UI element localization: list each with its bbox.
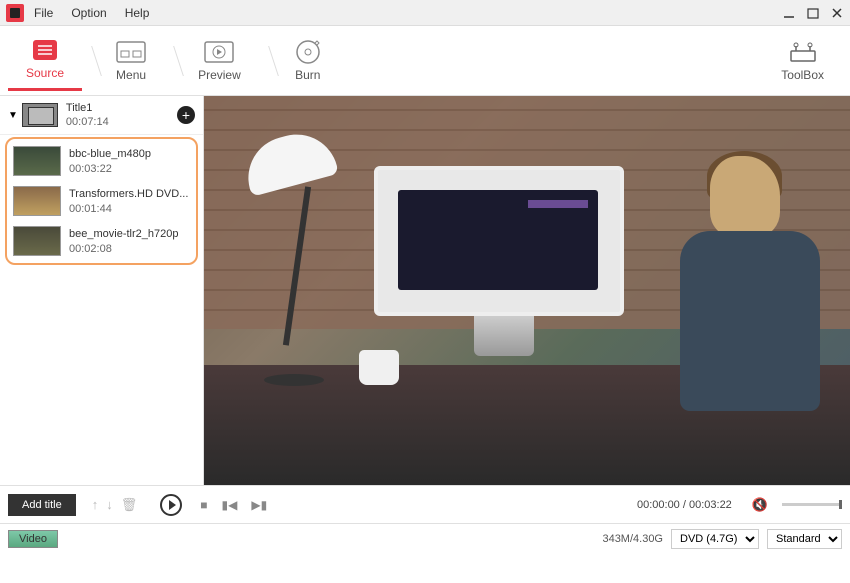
minimize-icon[interactable] xyxy=(782,6,796,20)
menu-help[interactable]: Help xyxy=(125,6,150,20)
tab-preview[interactable]: Preview xyxy=(180,32,259,90)
app-menu: File Option Help xyxy=(34,6,149,20)
prev-button[interactable]: ▮◀ xyxy=(222,498,238,512)
add-title-button[interactable]: Add title xyxy=(8,494,76,516)
preview-frame xyxy=(204,96,850,485)
tab-burn-label: Burn xyxy=(295,68,320,82)
clip-duration: 00:02:08 xyxy=(69,243,178,255)
clip-list: bbc-blue_m480p 00:03:22 Transformers.HD … xyxy=(5,137,198,265)
tab-source-label: Source xyxy=(26,66,64,80)
title-name: Title1 xyxy=(66,102,177,114)
source-icon xyxy=(30,38,60,62)
main-tabs: Source Menu Preview Burn ToolBox xyxy=(0,26,850,96)
disc-size-info: 343M/4.30G xyxy=(602,533,663,545)
menu-icon xyxy=(116,40,146,64)
title-group[interactable]: ▼ Title1 00:07:14 + xyxy=(0,96,203,135)
time-total: 00:03:22 xyxy=(689,499,732,511)
move-up-icon[interactable]: ↑ xyxy=(92,497,99,513)
toolbox-icon xyxy=(788,40,818,64)
disc-type-select[interactable]: DVD (4.7G) xyxy=(671,529,759,549)
clip-name: bbc-blue_m480p xyxy=(69,148,151,160)
list-action-icons: ↑ ↓ 🗑 xyxy=(92,497,138,513)
tab-preview-label: Preview xyxy=(198,68,241,82)
collapse-icon[interactable]: ▼ xyxy=(8,110,18,121)
quality-select[interactable]: Standard xyxy=(767,529,842,549)
add-clip-button[interactable]: + xyxy=(177,106,195,124)
time-display: 00:00:00 / 00:03:22 xyxy=(637,499,732,511)
clip-duration: 00:01:44 xyxy=(69,203,188,215)
volume-icon[interactable]: 🔇 xyxy=(752,497,768,513)
clip-thumbnail xyxy=(13,186,61,216)
play-button[interactable] xyxy=(160,494,182,516)
source-sidebar: ▼ Title1 00:07:14 + bbc-blue_m480p 00:03… xyxy=(0,96,204,485)
play-icon xyxy=(169,500,176,510)
title-thumbnail xyxy=(22,103,58,127)
title-bar: File Option Help xyxy=(0,0,850,26)
preview-panel xyxy=(204,96,850,485)
app-icon xyxy=(6,4,24,22)
timeline-bar: Video 343M/4.30G DVD (4.7G) Standard xyxy=(0,523,850,553)
stop-button[interactable]: ■ xyxy=(200,498,207,512)
main-area: ▼ Title1 00:07:14 + bbc-blue_m480p 00:03… xyxy=(0,96,850,485)
window-controls xyxy=(782,6,844,20)
close-icon[interactable] xyxy=(830,6,844,20)
volume-slider[interactable] xyxy=(782,503,842,506)
clip-thumbnail xyxy=(13,146,61,176)
clip-name: bee_movie-tlr2_h720p xyxy=(69,228,178,240)
clip-duration: 00:03:22 xyxy=(69,163,151,175)
time-current: 00:00:00 xyxy=(637,499,680,511)
preview-icon xyxy=(204,40,234,64)
clip-item[interactable]: bbc-blue_m480p 00:03:22 xyxy=(7,141,196,181)
title-duration: 00:07:14 xyxy=(66,116,177,128)
maximize-icon[interactable] xyxy=(806,6,820,20)
title-info: Title1 00:07:14 xyxy=(66,102,177,128)
menu-file[interactable]: File xyxy=(34,6,53,20)
tab-toolbox-label: ToolBox xyxy=(781,68,824,82)
video-segment[interactable]: Video xyxy=(8,530,58,548)
move-down-icon[interactable]: ↓ xyxy=(106,497,113,513)
tab-source[interactable]: Source xyxy=(8,30,82,91)
delete-icon[interactable]: 🗑 xyxy=(121,497,138,513)
burn-icon xyxy=(293,40,323,64)
clip-item[interactable]: Transformers.HD DVD... 00:01:44 xyxy=(7,181,196,221)
next-button[interactable]: ▶▮ xyxy=(251,498,267,512)
clip-item[interactable]: bee_movie-tlr2_h720p 00:02:08 xyxy=(7,221,196,261)
menu-option[interactable]: Option xyxy=(71,6,106,20)
tab-toolbox[interactable]: ToolBox xyxy=(763,32,842,90)
tab-menu-label: Menu xyxy=(116,68,146,82)
clip-thumbnail xyxy=(13,226,61,256)
tab-menu[interactable]: Menu xyxy=(98,32,164,90)
clip-name: Transformers.HD DVD... xyxy=(69,188,188,200)
tab-burn[interactable]: Burn xyxy=(275,32,341,90)
playback-controls: Add title ↑ ↓ 🗑 ■ ▮◀ ▶▮ 00:00:00 / 00:03… xyxy=(0,485,850,523)
transport-controls: ■ ▮◀ ▶▮ xyxy=(200,498,267,512)
